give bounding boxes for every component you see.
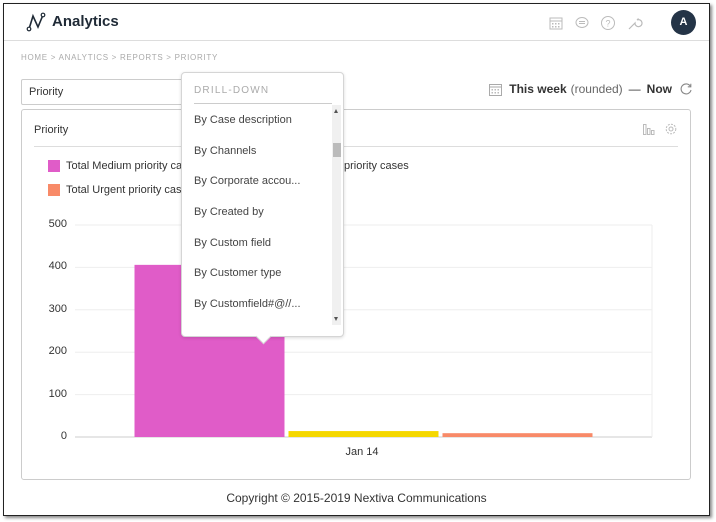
calendar-icon: [489, 83, 503, 96]
y-tick-label: 200: [48, 345, 67, 358]
drilldown-heading: DRILL-DOWN: [194, 85, 270, 96]
svg-text:?: ?: [605, 19, 610, 29]
y-tick-label: 100: [48, 387, 67, 400]
drilldown-item[interactable]: By Customfield#@//...: [194, 289, 330, 320]
x-tick-label: Jan 14: [345, 446, 379, 458]
date-range-picker[interactable]: This week (rounded) — Now: [489, 82, 693, 96]
y-tick-label: 0: [60, 430, 67, 442]
breadcrumb: HOME > ANALYTICS > REPORTS > PRIORITY: [21, 53, 218, 62]
chart-panel: Priority Total Medium priority cases Tot…: [21, 109, 691, 480]
drilldown-popup: DRILL-DOWN By Case description By Channe…: [181, 72, 344, 337]
wrench-icon[interactable]: [625, 14, 643, 32]
date-range-qualifier: (rounded): [570, 82, 623, 96]
date-range-separator: —: [628, 82, 641, 96]
scroll-thumb[interactable]: [333, 143, 341, 157]
top-bar: Analytics ? A: [4, 4, 709, 41]
drilldown-item[interactable]: By Custom field: [194, 228, 330, 259]
drilldown-item[interactable]: By Corporate accou...: [194, 166, 330, 197]
bar-chart: [75, 224, 653, 438]
drilldown-list: By Case description By Channels By Corpo…: [194, 105, 330, 325]
calendar-icon[interactable]: [547, 14, 565, 32]
chat-icon[interactable]: [573, 14, 591, 32]
drilldown-item[interactable]: By Customer type: [194, 258, 330, 289]
y-tick-label: 300: [48, 302, 67, 315]
drilldown-divider: [194, 103, 332, 104]
y-tick-label: 500: [48, 218, 67, 230]
scroll-up-arrow-icon[interactable]: [334, 109, 338, 113]
help-icon[interactable]: ?: [599, 14, 617, 32]
app-title: Analytics: [52, 13, 119, 30]
bar[interactable]: [442, 433, 593, 437]
drilldown-scrollbar[interactable]: [332, 105, 341, 325]
drilldown-item[interactable]: By Created by: [194, 197, 330, 228]
date-range-end: Now: [646, 82, 672, 96]
scroll-down-arrow-icon[interactable]: [334, 317, 338, 321]
y-tick-label: 400: [48, 260, 67, 273]
refresh-icon[interactable]: [679, 82, 693, 96]
footer-copyright: Copyright © 2015-2019 Nextiva Communicat…: [226, 491, 487, 505]
drilldown-item[interactable]: By Channels: [194, 136, 330, 167]
date-range-start: This week: [509, 82, 567, 96]
bar[interactable]: [288, 431, 439, 437]
app-window: Analytics ? A HOME > ANALYTICS > REPORTS…: [3, 3, 710, 516]
user-avatar[interactable]: A: [671, 10, 696, 35]
analytics-logo-icon: [26, 12, 46, 32]
drilldown-item[interactable]: By Case description: [194, 105, 330, 136]
